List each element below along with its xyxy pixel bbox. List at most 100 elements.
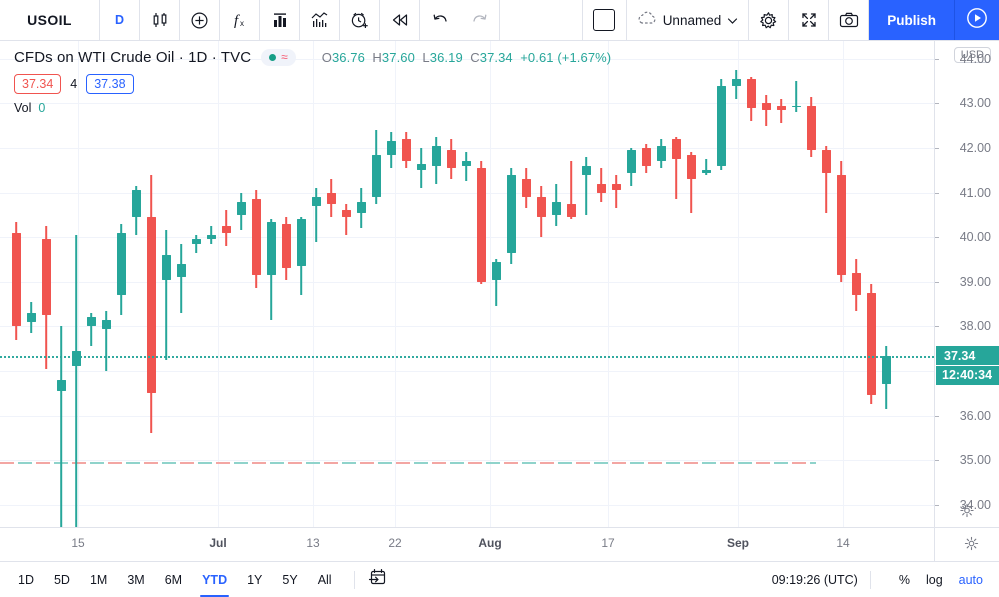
candlestick — [641, 41, 651, 527]
price-axis-tick — [935, 326, 939, 328]
fullscreen-button[interactable] — [789, 0, 830, 40]
play-streaming-button[interactable] — [955, 0, 999, 40]
indicators-button[interactable] — [180, 0, 220, 40]
candlestick — [611, 41, 621, 527]
range-button-6m[interactable]: 6M — [163, 570, 184, 590]
candle-body — [821, 150, 831, 173]
top-toolbar: USOIL D f x Unnamed Publish — [0, 0, 999, 41]
candlestick — [686, 41, 696, 527]
time-axis[interactable]: 15 Jul 13 22 Aug 17 Sep 14 — [0, 527, 999, 562]
price-axis-tick — [935, 237, 939, 239]
replay-button[interactable] — [380, 0, 420, 40]
camera-icon — [838, 10, 860, 30]
financials-button[interactable]: f x — [220, 0, 260, 40]
range-button-1d[interactable]: 1D — [16, 570, 36, 590]
range-button-all[interactable]: All — [316, 570, 334, 590]
legend-title[interactable]: CFDs on WTI Crude Oil · 1D · TVC — [14, 49, 251, 66]
time-axis-settings-button[interactable] — [964, 536, 979, 556]
price-axis-tick — [935, 504, 939, 506]
legend-status-pill[interactable]: ≈ — [261, 48, 296, 66]
candle-body — [566, 203, 576, 218]
undo-button[interactable] — [420, 0, 460, 40]
snapshot-button[interactable] — [829, 0, 870, 40]
play-circle-icon — [965, 6, 989, 35]
candle-body — [71, 350, 81, 367]
bar-countdown-tag: 12:40:34 — [936, 365, 999, 385]
candle-wick — [780, 98, 782, 124]
save-layout-button[interactable]: Unnamed — [627, 0, 750, 40]
candle-body — [11, 232, 21, 327]
candlestick — [716, 41, 726, 527]
price-axis-label: 36.00 — [959, 408, 991, 423]
interval-button[interactable]: D — [100, 0, 140, 40]
log-scale-button[interactable]: log — [926, 573, 943, 587]
chart-style-button[interactable] — [140, 0, 180, 40]
current-price-tag[interactable]: 37.34 — [936, 346, 999, 366]
candle-body — [341, 210, 351, 218]
price-axis-label: 38.00 — [959, 319, 991, 334]
candlestick — [836, 41, 846, 527]
candlestick-style-icon — [150, 10, 170, 30]
range-button-1y[interactable]: 1Y — [245, 570, 264, 590]
time-axis-label: 14 — [836, 536, 850, 550]
replay-rewind-icon — [390, 10, 410, 30]
publish-button[interactable]: Publish — [869, 0, 955, 40]
range-button-3m[interactable]: 3M — [125, 570, 146, 590]
compare-button[interactable] — [300, 0, 340, 40]
price-axis-tick — [935, 58, 939, 60]
ohlc-open-value: 36.76 — [331, 49, 365, 65]
time-axis-label: 17 — [601, 536, 615, 550]
candlestick — [776, 41, 786, 527]
redo-button[interactable] — [460, 0, 500, 40]
price-axis-tick — [935, 148, 939, 149]
candle-wick — [465, 152, 467, 182]
range-button-5d[interactable]: 5D — [52, 570, 72, 590]
volume-value: 0 — [38, 101, 46, 115]
range-button-ytd[interactable]: YTD — [200, 570, 230, 597]
goto-date-button[interactable] — [367, 567, 388, 592]
candlestick — [866, 41, 876, 527]
range-button-1m[interactable]: 1M — [88, 570, 109, 590]
gear-icon — [964, 536, 979, 551]
volume-label: Vol — [14, 101, 32, 115]
bid-price-box[interactable]: 37.34 — [14, 74, 62, 94]
ohlc-close-value: 37.34 — [479, 49, 513, 65]
candle-body — [431, 145, 441, 166]
candle-body — [551, 201, 561, 215]
chart-settings-button[interactable] — [749, 0, 790, 40]
ohlc-low-value: 36.19 — [429, 49, 463, 65]
bottom-right-group: 09:19:26 (UTC) % log auto — [772, 570, 999, 589]
candle-body — [506, 174, 516, 253]
candlestick — [701, 41, 711, 527]
candle-body — [86, 317, 96, 327]
compare-icon — [309, 10, 330, 30]
price-axis-label: 41.00 — [959, 185, 991, 200]
ask-price-box[interactable]: 37.38 — [86, 74, 134, 94]
candle-body — [581, 165, 591, 175]
ohlc-open-key: O — [321, 49, 332, 65]
candle-body — [671, 139, 681, 160]
bars-pattern-button[interactable] — [260, 0, 300, 40]
alert-button[interactable] — [340, 0, 380, 40]
price-axis-label: 44.00 — [959, 51, 991, 66]
layout-select-button[interactable] — [583, 0, 627, 40]
candle-body — [776, 105, 786, 111]
clock-label[interactable]: 09:19:26 (UTC) — [772, 573, 858, 587]
candle-body — [146, 217, 156, 394]
candle-body — [446, 150, 456, 169]
auto-scale-button[interactable]: auto — [959, 573, 983, 587]
candle-body — [476, 168, 486, 282]
candlestick — [881, 41, 891, 527]
candle-body — [281, 223, 291, 269]
price-axis[interactable]: USD 44.00 43.00 42.00 41.00 40.00 39.00 38.00 3… — [934, 41, 999, 527]
symbol-search-button[interactable]: USOIL — [0, 0, 100, 40]
market-status-dot-icon — [269, 53, 277, 61]
time-axis-label: Jul — [209, 536, 227, 550]
candle-body — [656, 145, 666, 162]
percent-scale-button[interactable]: % — [899, 573, 910, 587]
candle-body — [686, 154, 696, 180]
bottom-divider-1 — [353, 570, 355, 589]
candlestick — [626, 41, 636, 527]
chevron-down-icon — [727, 13, 738, 28]
range-button-5y[interactable]: 5Y — [280, 570, 299, 590]
